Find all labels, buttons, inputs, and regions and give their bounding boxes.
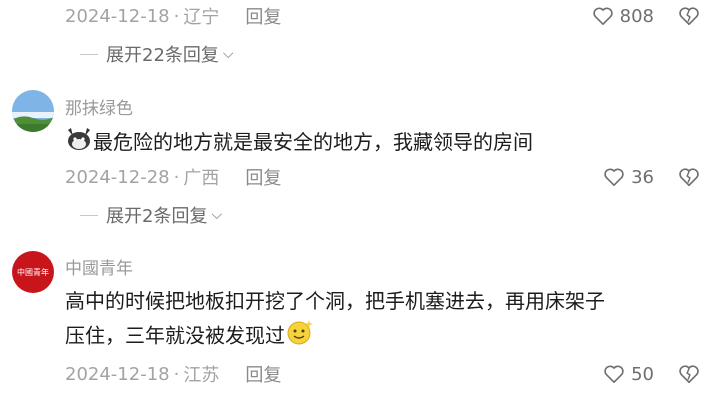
reply-button[interactable]: 回复 [245, 3, 281, 29]
divider-line [80, 214, 98, 216]
comment-text: 最危险的地方就是最安全的地方，我藏领导的房间 [65, 125, 533, 162]
like-count: 36 [631, 166, 654, 188]
comment-text: 高中的时候把地板扣开挖了个洞，把手机塞进去，再用床架子 压住，三年就没被发现过 [65, 284, 605, 356]
heart-outline-icon [604, 168, 624, 186]
username[interactable]: 那抹绿色 [65, 94, 133, 119]
comment-date: 2024-12-18 [65, 363, 170, 385]
reply-button[interactable]: 回复 [245, 164, 281, 190]
comment-region: 广西 [183, 168, 220, 189]
expand-label: 展开2条回复 [106, 206, 208, 227]
comment-region: 江苏 [183, 365, 220, 386]
chevron-down-icon: ⌵ [222, 46, 234, 62]
avatar[interactable]: 中國青年 [12, 251, 54, 293]
comment-date: 2024-12-18 [65, 5, 170, 27]
smile-emoji-icon [285, 318, 315, 356]
comment-line-2-text: 压住，三年就没被发现过 [65, 323, 285, 348]
heart-outline-icon [604, 365, 624, 383]
meta-separator: · [173, 166, 180, 188]
expand-replies-button[interactable]: 展开2条回复 ⌵ [80, 203, 222, 227]
meta-separator: · [173, 363, 180, 385]
comment-body: 最危险的地方就是最安全的地方，我藏领导的房间 [93, 130, 533, 154]
expand-replies-button[interactable]: 展开22条回复 ⌵ [80, 42, 234, 66]
chevron-down-icon: ⌵ [211, 207, 223, 223]
landscape-avatar-image [12, 90, 54, 132]
comment-meta-row: 2024-12-28 · 广西 回复 [65, 164, 281, 190]
comment-line-2: 压住，三年就没被发现过 [65, 318, 605, 356]
comment-meta-row: 2024-12-18 · 江苏 回复 [65, 361, 281, 387]
like-count: 50 [631, 363, 654, 385]
broken-heart-icon[interactable] [678, 166, 700, 188]
broken-heart-icon[interactable] [678, 5, 700, 27]
divider-line [80, 53, 98, 55]
broken-heart-icon[interactable] [678, 363, 700, 385]
avatar-logo-text: 中國青年 [17, 267, 49, 277]
username[interactable]: 中國青年 [65, 254, 133, 279]
like-count: 808 [619, 5, 654, 27]
like-button[interactable]: 36 [603, 165, 654, 189]
reply-button[interactable]: 回复 [245, 361, 281, 387]
comment-date: 2024-12-28 [65, 166, 170, 188]
like-button[interactable]: 808 [592, 4, 654, 28]
heart-outline-icon [592, 7, 613, 25]
comment-region: 辽宁 [183, 7, 220, 28]
expand-label: 展开22条回复 [106, 45, 219, 66]
comment-line-1: 高中的时候把地板扣开挖了个洞，把手机塞进去，再用床架子 [65, 289, 605, 313]
comment-meta-row: 2024-12-18 · 辽宁 回复 [65, 3, 281, 29]
like-button[interactable]: 50 [603, 362, 654, 386]
meta-separator: · [173, 5, 180, 27]
avatar[interactable] [12, 90, 54, 132]
dog-emoji-icon [65, 126, 93, 162]
